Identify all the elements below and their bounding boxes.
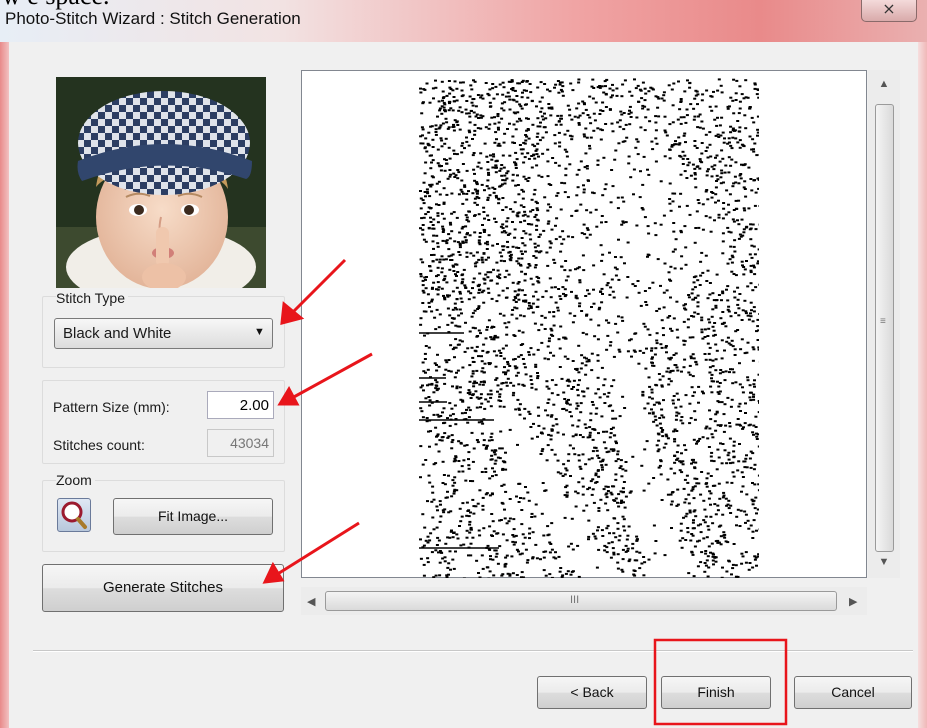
- annotation-arrow-generate: [275, 521, 360, 577]
- finish-highlight-box: [653, 638, 788, 726]
- annotation-arrow-stitch-type: [290, 258, 347, 315]
- annotation-arrow-pattern-size: [291, 352, 373, 400]
- annotation-overlay: [262, 258, 788, 726]
